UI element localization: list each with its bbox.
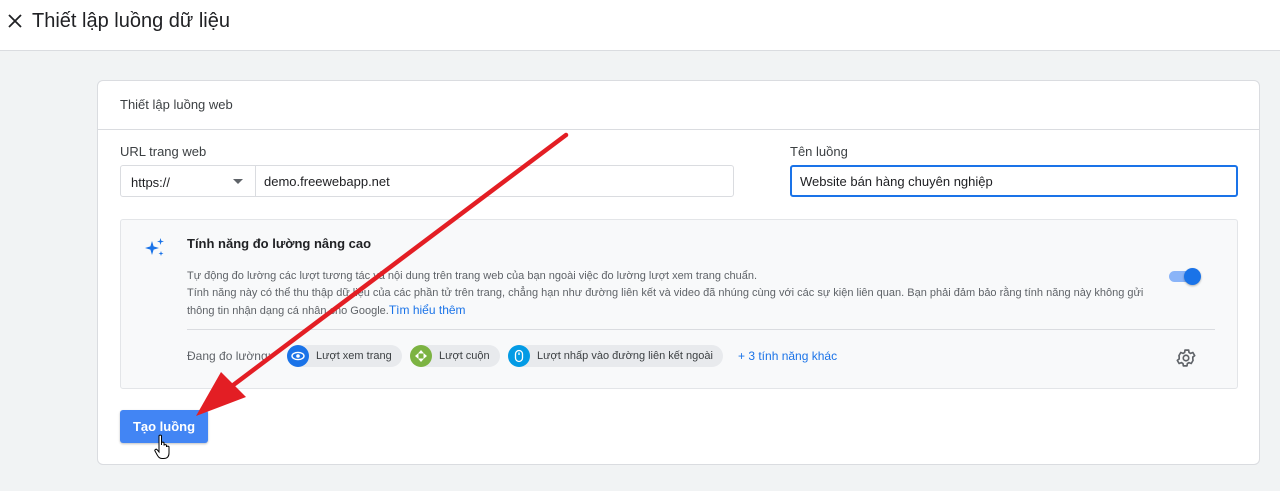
hand-cursor-icon — [154, 434, 170, 459]
card-title: Thiết lập luồng web — [120, 97, 233, 112]
description-line-2: Tính năng này có thể thu thập dữ liệu củ… — [187, 287, 1144, 317]
url-input[interactable] — [255, 165, 734, 197]
page-title: Thiết lập luồng dữ liệu — [32, 10, 230, 32]
chip-page-views: Lượt xem trang — [287, 345, 402, 367]
enhanced-measurement-description: Tự động đo lường các lượt tương tác và n… — [187, 268, 1167, 320]
gear-icon[interactable] — [1175, 347, 1197, 369]
enhanced-measurement-panel: Tính năng đo lường nâng cao Tự động đo l… — [120, 219, 1238, 389]
chip-scrolls: Lượt cuộn — [410, 345, 500, 367]
enhanced-measurement-toggle[interactable] — [1167, 268, 1201, 285]
chip-outbound-clicks: Lượt nhấp vào đường liên kết ngoài — [508, 345, 723, 367]
card-header: Thiết lập luồng web — [98, 81, 1259, 130]
enhanced-measurement-title: Tính năng đo lường nâng cao — [187, 236, 372, 251]
web-stream-setup-card: Thiết lập luồng web URL trang web https:… — [97, 80, 1260, 465]
close-button[interactable] — [4, 8, 26, 34]
scroll-icon — [410, 345, 432, 367]
description-line-1: Tự động đo lường các lượt tương tác và n… — [187, 270, 758, 282]
sparkle-icon — [145, 238, 164, 256]
more-features-link[interactable]: + 3 tính năng khác — [738, 349, 837, 363]
top-bar: Thiết lập luồng dữ liệu — [0, 0, 1280, 51]
stream-name-label: Tên luồng — [790, 144, 848, 159]
chip-label: Lượt cuộn — [439, 350, 490, 362]
close-icon — [8, 14, 22, 28]
stream-name-input[interactable] — [790, 165, 1238, 197]
protocol-select[interactable]: https:// — [120, 165, 256, 197]
chip-label: Lượt xem trang — [316, 350, 392, 362]
chip-label: Lượt nhấp vào đường liên kết ngoài — [537, 350, 713, 362]
eye-icon — [287, 345, 309, 367]
protocol-value: https:// — [131, 175, 171, 190]
learn-more-link[interactable]: Tìm hiểu thêm — [389, 303, 466, 317]
toggle-knob — [1184, 268, 1201, 285]
measuring-label: Đang đo lường: — [187, 349, 271, 363]
chevron-down-icon — [233, 179, 243, 184]
mouse-icon — [508, 345, 530, 367]
url-field-label: URL trang web — [120, 144, 207, 159]
divider — [187, 329, 1215, 330]
